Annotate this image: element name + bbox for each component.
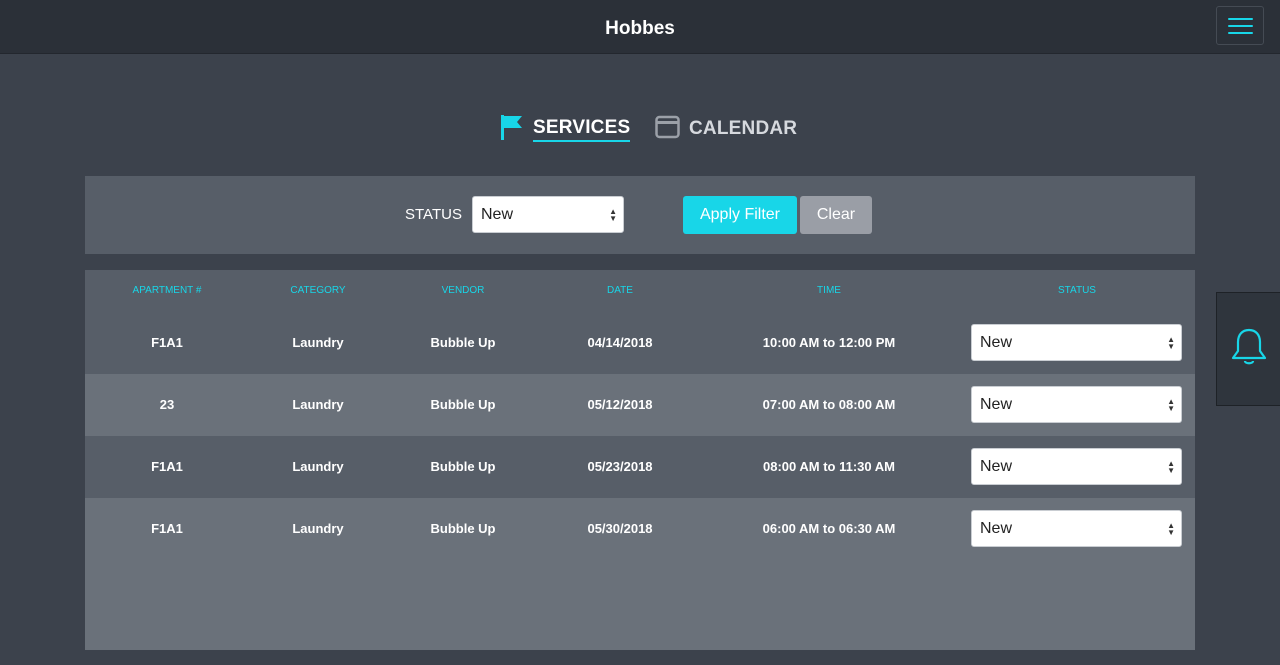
header-category: CATEGORY <box>290 285 346 296</box>
cell-apartment: F1A1 <box>151 459 183 474</box>
services-table: APARTMENT # CATEGORY VENDOR DATE TIME ST… <box>85 270 1195 650</box>
header-apartment: APARTMENT # <box>132 285 202 296</box>
row-status-select[interactable]: New ▲ ▼ <box>971 386 1182 423</box>
table-row: F1A1 Laundry Bubble Up 05/23/2018 08:00 … <box>85 436 1195 498</box>
cell-vendor: Bubble Up <box>430 397 496 412</box>
status-filter-select[interactable]: New ▲ ▼ <box>472 196 624 233</box>
cell-apartment: F1A1 <box>151 335 183 350</box>
cell-date: 05/30/2018 <box>587 521 653 536</box>
table-row: 23 Laundry Bubble Up 05/12/2018 07:00 AM… <box>85 374 1195 436</box>
table-header: APARTMENT # CATEGORY VENDOR DATE TIME ST… <box>85 270 1195 312</box>
hamburger-icon-line-1 <box>1227 17 1253 20</box>
top-bar: Hobbes <box>0 0 1280 54</box>
select-arrows-icon: ▲ ▼ <box>1167 334 1175 351</box>
cell-category: Laundry <box>292 521 344 536</box>
select-arrows-icon: ▲ ▼ <box>1167 396 1175 413</box>
row-status-select[interactable]: New ▲ ▼ <box>971 510 1182 547</box>
calendar-icon <box>655 115 680 144</box>
row-status-select[interactable]: New ▲ ▼ <box>971 448 1182 485</box>
tab-services[interactable]: SERVICES <box>500 114 631 145</box>
notifications-button[interactable] <box>1216 292 1280 406</box>
flag-icon <box>500 114 523 145</box>
cell-category: Laundry <box>292 459 344 474</box>
tab-calendar-label: CALENDAR <box>689 118 798 139</box>
hamburger-icon-line-3 <box>1227 31 1253 34</box>
cell-time: 08:00 AM to 11:30 AM <box>763 459 895 474</box>
hamburger-icon-line-2 <box>1227 24 1253 27</box>
row-status-select[interactable]: New ▲ ▼ <box>971 324 1182 361</box>
cell-category: Laundry <box>292 397 344 412</box>
row-status-value: New <box>980 395 1013 413</box>
cell-date: 04/14/2018 <box>587 335 653 350</box>
select-arrows-icon: ▲ ▼ <box>1167 520 1175 537</box>
apply-filter-button[interactable]: Apply Filter <box>683 196 797 234</box>
header-status: STATUS <box>1058 285 1096 296</box>
app-title: Hobbes <box>605 18 675 39</box>
table-row: F1A1 Laundry Bubble Up 04/14/2018 10:00 … <box>85 312 1195 374</box>
row-status-value: New <box>980 457 1013 475</box>
cell-time: 07:00 AM to 08:00 AM <box>762 397 896 412</box>
bell-icon <box>1230 327 1268 372</box>
cell-vendor: Bubble Up <box>430 335 496 350</box>
cell-vendor: Bubble Up <box>430 459 496 474</box>
tab-calendar[interactable]: CALENDAR <box>655 114 797 144</box>
cell-date: 05/23/2018 <box>587 459 653 474</box>
cell-time: 10:00 AM to 12:00 PM <box>762 335 896 350</box>
header-date: DATE <box>607 285 633 296</box>
cell-vendor: Bubble Up <box>430 521 496 536</box>
cell-date: 05/12/2018 <box>587 397 653 412</box>
row-status-value: New <box>980 519 1013 537</box>
tab-services-label: SERVICES <box>533 117 631 142</box>
select-arrows-icon: ▲ ▼ <box>609 206 617 223</box>
menu-button[interactable] <box>1216 6 1264 45</box>
row-status-value: New <box>980 333 1013 351</box>
filter-panel: STATUS New ▲ ▼ Apply Filter Clear <box>85 176 1195 254</box>
cell-apartment: 23 <box>159 397 175 412</box>
status-filter-value: New <box>481 205 514 223</box>
select-arrows-icon: ▲ ▼ <box>1167 458 1175 475</box>
view-tabs: SERVICES CALENDAR <box>0 114 1280 144</box>
header-vendor: VENDOR <box>441 285 485 296</box>
status-filter-label: STATUS <box>405 206 462 223</box>
cell-category: Laundry <box>292 335 344 350</box>
table-row: F1A1 Laundry Bubble Up 05/30/2018 06:00 … <box>85 498 1195 560</box>
header-time: TIME <box>817 285 841 296</box>
clear-filter-button[interactable]: Clear <box>800 196 872 234</box>
cell-apartment: F1A1 <box>151 521 183 536</box>
cell-time: 06:00 AM to 06:30 AM <box>762 521 896 536</box>
